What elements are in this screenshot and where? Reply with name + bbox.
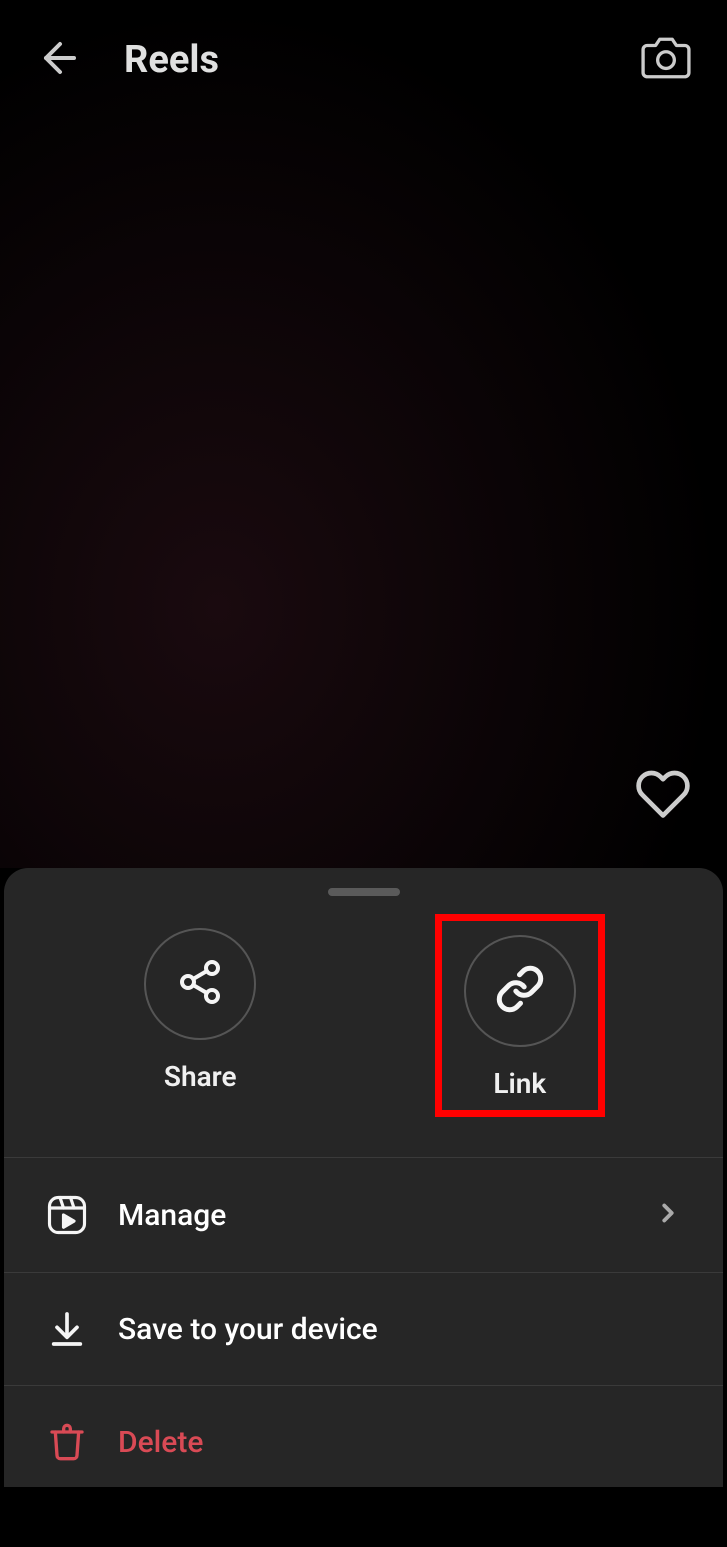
save-item[interactable]: Save to your device bbox=[4, 1273, 723, 1385]
options-bottom-sheet: Share Link Manage Save to your device bbox=[4, 868, 723, 1487]
sheet-drag-handle[interactable] bbox=[328, 888, 400, 896]
manage-label: Manage bbox=[118, 1198, 653, 1233]
chevron-right-icon bbox=[653, 1198, 683, 1232]
download-icon bbox=[44, 1309, 90, 1349]
page-title: Reels bbox=[124, 38, 641, 82]
share-action[interactable]: Share bbox=[122, 914, 278, 1117]
camera-icon[interactable] bbox=[641, 33, 691, 87]
link-label: Link bbox=[493, 1067, 546, 1100]
action-row: Share Link bbox=[4, 914, 723, 1157]
reels-manage-icon bbox=[44, 1194, 90, 1236]
share-icon bbox=[176, 958, 224, 1010]
reel-content-area[interactable]: Reels bbox=[0, 0, 727, 868]
delete-item[interactable]: Delete bbox=[4, 1386, 723, 1498]
save-label: Save to your device bbox=[118, 1312, 683, 1347]
delete-label: Delete bbox=[118, 1425, 683, 1460]
link-action[interactable]: Link bbox=[435, 914, 605, 1117]
share-label: Share bbox=[164, 1060, 237, 1093]
link-icon bbox=[495, 964, 545, 1018]
header: Reels bbox=[0, 0, 727, 120]
link-circle bbox=[464, 935, 576, 1047]
back-arrow-icon[interactable] bbox=[36, 34, 84, 86]
trash-icon bbox=[44, 1422, 90, 1462]
manage-item[interactable]: Manage bbox=[4, 1158, 723, 1272]
share-circle bbox=[144, 928, 256, 1040]
like-heart-icon[interactable] bbox=[635, 766, 691, 826]
